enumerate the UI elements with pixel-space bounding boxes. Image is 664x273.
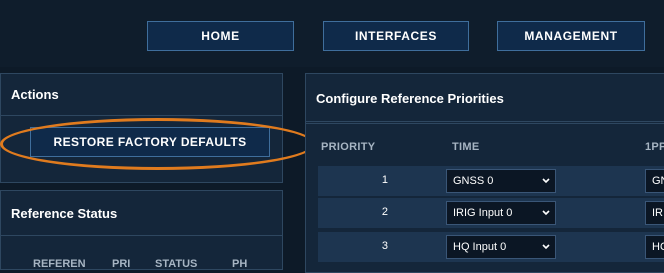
time-source-select[interactable]: HQ Input 0 <box>446 235 556 259</box>
chevron-down-icon <box>542 178 550 184</box>
nav-interfaces-button[interactable]: INTERFACES <box>323 21 469 51</box>
nav-management-button[interactable]: MANAGEMENT <box>497 21 645 51</box>
pps-source-select[interactable]: HQ <box>645 235 664 259</box>
column-header-phase: PH <box>232 258 248 270</box>
priority-row: 1 GNSS 0 GN <box>318 166 664 196</box>
chevron-down-icon <box>542 244 550 250</box>
time-source-select[interactable]: GNSS 0 <box>446 169 556 193</box>
column-header-time: TIME <box>452 141 480 153</box>
configure-priorities-title: Configure Reference Priorities <box>306 74 664 124</box>
actions-title: Actions <box>1 74 282 116</box>
select-value: HQ Input 0 <box>453 241 507 253</box>
column-header-priority-order: PRIORITY <box>321 141 376 153</box>
column-header-reference: REFEREN <box>33 258 86 270</box>
time-source-select[interactable]: IRIG Input 0 <box>446 201 556 225</box>
priority-number: 2 <box>381 206 388 218</box>
priority-row: 3 HQ Input 0 HQ <box>318 232 664 262</box>
restore-factory-defaults-button[interactable]: RESTORE FACTORY DEFAULTS <box>30 127 270 157</box>
reference-status-title: Reference Status <box>1 191 282 236</box>
select-value: GNSS 0 <box>453 175 494 187</box>
column-header-status: STATUS <box>155 258 198 270</box>
priority-number: 1 <box>381 174 388 186</box>
priority-row: 2 IRIG Input 0 IR <box>318 198 664 228</box>
column-header-1pps: 1PP <box>645 141 664 153</box>
chevron-down-icon <box>542 210 550 216</box>
column-header-priority: PRI <box>112 258 131 270</box>
table-divider <box>305 121 664 122</box>
pps-source-select[interactable]: IR <box>645 201 664 225</box>
nav-home-button[interactable]: HOME <box>147 21 294 51</box>
reference-status-table-header: REFEREN PRI STATUS PH <box>0 252 283 272</box>
priority-number: 3 <box>381 240 388 252</box>
select-value: IRIG Input 0 <box>453 207 513 219</box>
pps-source-select[interactable]: GN <box>645 169 664 193</box>
